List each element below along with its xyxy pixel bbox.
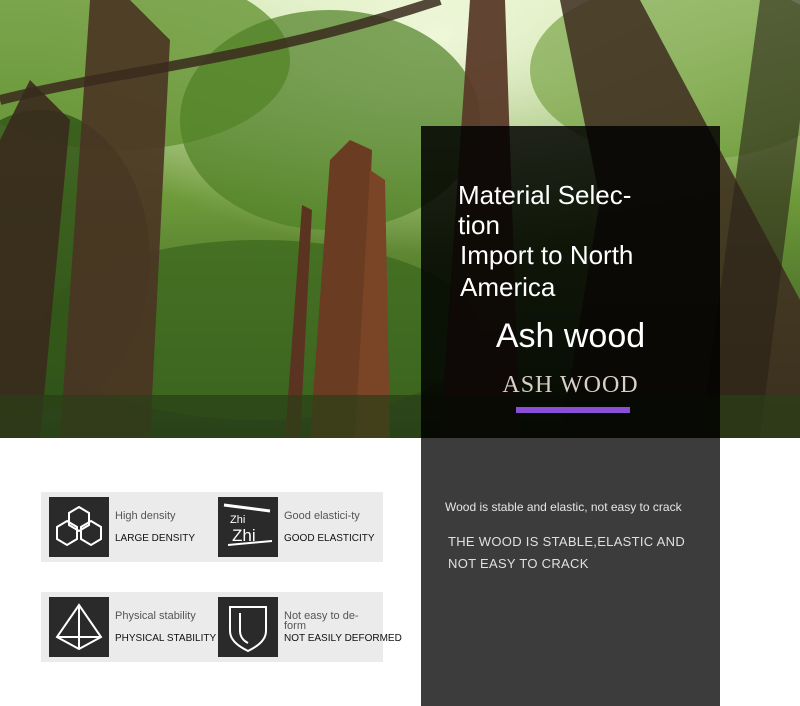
- info-panel-top: Material Selec- tion Import to North Ame…: [421, 126, 720, 438]
- feature-label-en: GOOD ELASTICITY: [284, 533, 375, 544]
- wood-name-en: ASH WOOD: [502, 372, 639, 398]
- feature-label-en: PHYSICAL STABILITY: [115, 633, 217, 644]
- feature-good-elasticity: Zhi Zhi Good elastici-ty GOOD ELASTICITY: [218, 497, 378, 557]
- title-line-4: America: [460, 272, 556, 302]
- info-panel: Material Selec- tion Import to North Ame…: [421, 126, 720, 706]
- feature-label-cn: Physical stability: [115, 610, 196, 622]
- icon-glyph-small: Zhi: [230, 514, 245, 526]
- description-en: THE WOOD IS STABLE,ELASTIC AND NOT EASY …: [448, 534, 686, 571]
- icon-glyph-large: Zhi: [232, 526, 256, 545]
- accent-bar: [516, 407, 630, 413]
- feature-label-cn: Good elastici-ty: [284, 510, 360, 522]
- shield-icon: [218, 597, 278, 657]
- feature-physical-stability: Physical stability PHYSICAL STABILITY: [49, 597, 216, 657]
- feature-label-cn: High density: [115, 510, 176, 522]
- hexagon-cluster-icon: [49, 497, 109, 557]
- feature-row-2: Physical stability PHYSICAL STABILITY No…: [41, 592, 402, 662]
- feature-label-en: LARGE DENSITY: [115, 533, 196, 544]
- feature-not-easily-deformed: Not easy to de-form NOT EASILY DEFORMED: [218, 597, 402, 657]
- feature-label-en: NOT EASILY DEFORMED: [284, 633, 402, 644]
- pyramid-icon: [49, 597, 109, 657]
- feature-high-density: High density LARGE DENSITY: [49, 497, 209, 557]
- feature-row-1: High density LARGE DENSITY Zhi Zhi Good …: [41, 492, 383, 562]
- feature-label-cn: Not easy to de-form: [284, 610, 359, 632]
- title-line-3: Import to North: [460, 240, 634, 270]
- wood-name: Ash wood: [495, 317, 646, 355]
- elasticity-glyph-icon: Zhi Zhi: [218, 497, 278, 557]
- description-cn: Wood is stable and elastic, not easy to …: [445, 500, 682, 514]
- title-line-1: Material Selec-: [458, 180, 632, 210]
- title-line-2: tion: [458, 210, 500, 240]
